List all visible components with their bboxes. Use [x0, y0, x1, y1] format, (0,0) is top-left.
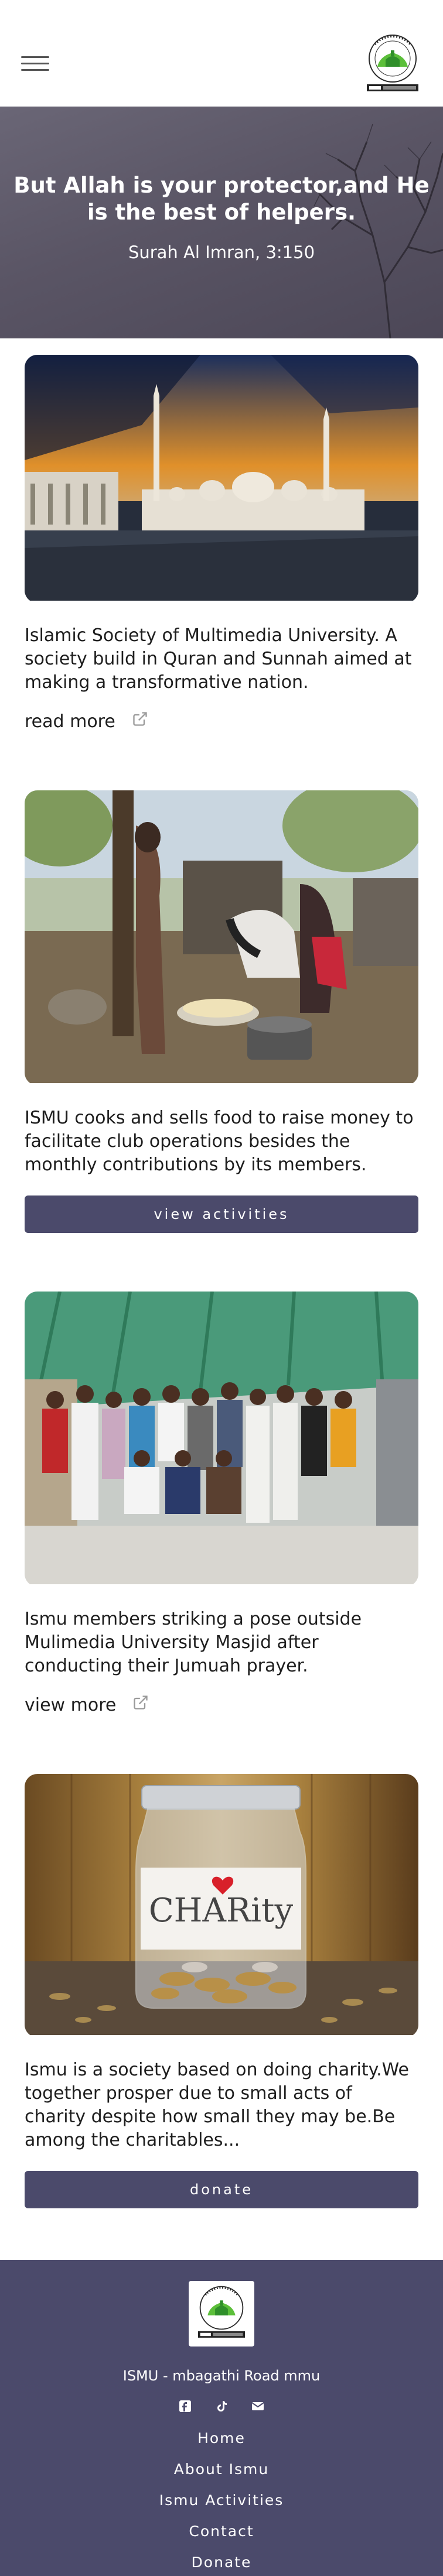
site-footer: ISMU - mbagathi Road mmu Home About Ismu… — [0, 2260, 443, 2576]
card-description: Ismu is a society based on doing charity… — [25, 2060, 410, 2150]
tiktok-icon[interactable] — [214, 2399, 229, 2413]
mosque-photo — [25, 355, 418, 603]
facebook-icon[interactable] — [178, 2399, 192, 2413]
card-description: ISMU cooks and sells food to raise money… — [25, 1108, 414, 1175]
cooking-photo — [25, 790, 418, 1085]
hamburger-menu-icon[interactable] — [21, 56, 49, 74]
donate-button[interactable]: donate — [25, 2171, 418, 2208]
email-icon[interactable] — [251, 2399, 265, 2413]
footer-link-activities[interactable]: Ismu Activities — [0, 2492, 443, 2509]
footer-link-home[interactable]: Home — [0, 2430, 443, 2447]
about-card: Islamic Society of Multimedia University… — [25, 338, 418, 732]
hero-banner: But Allah is your protector,and He is th… — [0, 107, 443, 338]
view-activities-button[interactable]: view activities — [25, 1195, 418, 1233]
cooking-card: ISMU cooks and sells food to raise money… — [25, 732, 418, 1233]
members-card: Ismu members striking a pose outside Mul… — [25, 1233, 418, 1715]
read-more-link[interactable]: read more — [25, 711, 148, 732]
card-description: Ismu members striking a pose outside Mul… — [25, 1609, 362, 1676]
read-more-label: read more — [25, 711, 115, 732]
view-more-label: view more — [25, 1694, 117, 1715]
external-link-icon — [132, 711, 148, 732]
external-link-icon — [132, 1694, 149, 1715]
ismu-logo-icon[interactable] — [189, 2281, 254, 2347]
footer-link-about[interactable]: About Ismu — [0, 2461, 443, 2478]
site-header — [0, 0, 443, 107]
view-more-link[interactable]: view more — [25, 1694, 149, 1715]
footer-link-donate[interactable]: Donate — [0, 2554, 443, 2571]
footer-nav: Home About Ismu Ismu Activities Contact … — [0, 2430, 443, 2571]
social-links — [0, 2399, 443, 2413]
footer-link-contact[interactable]: Contact — [0, 2523, 443, 2540]
footer-address: ISMU - mbagathi Road mmu — [122, 2368, 321, 2384]
charity-jar-photo: CHARity — [25, 1774, 418, 2037]
group-photo — [25, 1292, 418, 1587]
main-content: Islamic Society of Multimedia University… — [0, 338, 443, 2208]
charity-card: CHARity Ismu is a society based on doing… — [25, 1715, 418, 2208]
ismu-logo-icon[interactable] — [363, 33, 422, 97]
jar-label: CHARity — [149, 1892, 294, 1930]
hero-quote: But Allah is your protector,and He is th… — [13, 173, 430, 225]
card-description: Islamic Society of Multimedia University… — [25, 625, 412, 693]
hero-reference: Surah Al Imran, 3:150 — [128, 242, 315, 262]
